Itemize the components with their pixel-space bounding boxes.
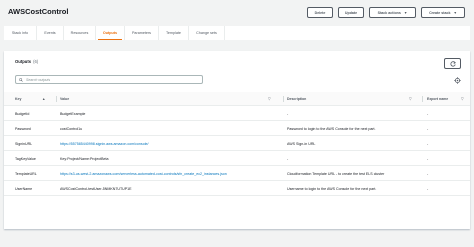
cell-value: Key:Project/Name:ProjectBeta — [60, 156, 109, 161]
stack-actions-button[interactable]: Stack actions ▼ — [369, 7, 416, 18]
stack-actions-label: Stack actions — [377, 10, 401, 15]
tab-resources[interactable]: Resources — [64, 26, 96, 40]
outputs-table-header: Key ▲ Value ▽ Description ▽ Export name … — [4, 92, 470, 106]
table-row: SigninURL https://557585440998.signin.aw… — [4, 136, 470, 151]
filter-icon[interactable]: ▽ — [409, 92, 415, 106]
column-divider — [422, 96, 423, 102]
column-divider — [56, 96, 57, 102]
refresh-button[interactable] — [444, 58, 461, 69]
cell-key: TemplateURL — [15, 171, 37, 176]
cell-description: Password to login to the AWS Console for… — [287, 126, 376, 131]
gear-icon — [453, 76, 461, 84]
cell-description: Username to login to the AWS Console for… — [287, 186, 377, 191]
column-header-key[interactable]: Key — [15, 92, 21, 106]
cell-key: Password — [15, 126, 31, 131]
cell-export-name: - — [427, 171, 429, 176]
table-row: BudgetId BudgetExample - - — [4, 106, 470, 121]
create-stack-label: Create stack — [429, 10, 451, 15]
search-input[interactable] — [26, 77, 196, 82]
cell-export-name: - — [427, 111, 429, 116]
filter-icon[interactable]: ▽ — [268, 92, 274, 106]
outputs-count: (6) — [33, 59, 39, 64]
delete-button[interactable]: Delete — [307, 7, 333, 18]
table-row: TemplateURL https://s3-us-west-2.amazona… — [4, 166, 470, 181]
tab-stack-info[interactable]: Stack info — [4, 26, 37, 40]
tab-parameters[interactable]: Parameters — [125, 26, 159, 40]
stack-title: AWSCostControl — [8, 7, 69, 16]
column-header-value[interactable]: Value — [60, 92, 69, 106]
sort-up-icon[interactable]: ▲ — [42, 92, 50, 106]
cell-export-name: - — [427, 156, 429, 161]
cell-key: UserName — [15, 186, 33, 191]
cell-value: costControl1u — [60, 126, 83, 131]
table-row: UserName AWSCostControl-testUser-5NMKN7U… — [4, 181, 470, 196]
cell-value-link[interactable]: https://557585440998.signin.aws.amazon.c… — [60, 136, 282, 151]
column-header-description[interactable]: Description — [287, 92, 306, 106]
cell-key: BudgetId — [15, 111, 30, 116]
caret-down-icon: ▼ — [453, 10, 457, 15]
cell-export-name: - — [427, 186, 429, 191]
cell-value: BudgetExample — [60, 111, 86, 116]
filter-icon[interactable]: ▽ — [461, 92, 467, 106]
cell-export-name: - — [427, 141, 429, 146]
cell-key: SigninURL — [15, 141, 33, 146]
table-row: TagKeyValue Key:Project/Name:ProjectBeta… — [4, 151, 470, 166]
table-row: Password costControl1u Password to login… — [4, 121, 470, 136]
cell-value: AWSCostControl-testUser-5NMKN7UTUP1E — [60, 186, 132, 191]
outputs-panel: Outputs(6) Key ▲ Value ▽ Description ▽ E… — [4, 51, 470, 229]
cell-key: TagKeyValue — [15, 156, 36, 161]
search-icon — [19, 77, 23, 82]
create-stack-button[interactable]: Create stack ▼ — [421, 7, 465, 18]
outputs-heading: Outputs (6) — [15, 59, 39, 64]
cell-export-name: - — [427, 126, 429, 131]
delete-button-label: Delete — [314, 10, 326, 15]
cell-description: - — [287, 156, 289, 161]
update-button-label: Update — [344, 10, 358, 15]
cell-description: AWS Sign-in URL — [287, 141, 316, 146]
refresh-icon — [449, 60, 456, 67]
tab-outputs[interactable]: Outputs — [96, 26, 125, 40]
column-divider — [283, 96, 284, 102]
stack-actions-bar: Delete Update Stack actions ▼ Create stac… — [307, 7, 465, 18]
cell-value-link[interactable]: https://s3-us-west-2.amazonaws.com/serve… — [60, 166, 282, 181]
tab-change-sets[interactable]: Change sets — [189, 26, 225, 40]
caret-down-icon: ▼ — [403, 10, 408, 15]
update-button[interactable]: Update — [338, 7, 364, 18]
cell-description: - — [287, 111, 289, 116]
tab-events[interactable]: Events — [37, 26, 64, 40]
tab-template[interactable]: Template — [159, 26, 189, 40]
cell-description: Cloudformation Template URL - to create … — [287, 171, 385, 176]
stack-tabs: Stack info Events Resources Outputs Para… — [4, 26, 470, 40]
column-header-export-name[interactable]: Export name — [427, 92, 448, 106]
search-outputs-field[interactable] — [15, 75, 203, 84]
preferences-button[interactable] — [453, 76, 461, 84]
